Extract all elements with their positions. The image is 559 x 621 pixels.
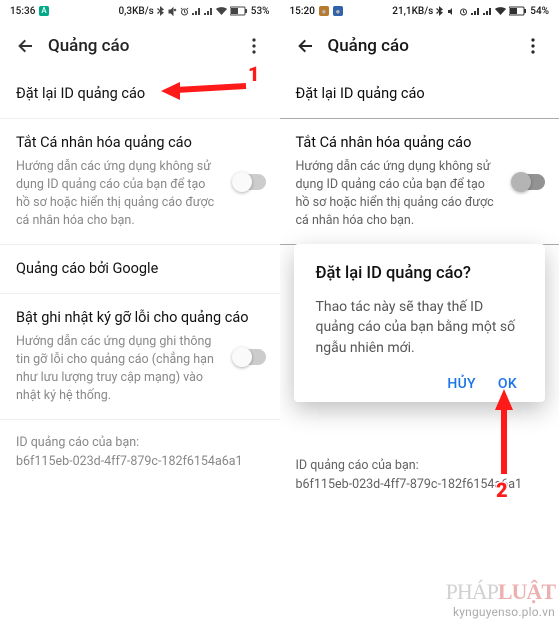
status-battery: 54% bbox=[530, 6, 549, 17]
dialog-ok-button[interactable]: OK bbox=[498, 376, 517, 392]
item-description: Hướng dẫn các ứng dụng ghi thông tin gỡ … bbox=[16, 333, 264, 406]
status-bar: 15:36 A 0,3KB/s bbox=[0, 0, 280, 22]
item-label: Tắt Cá nhân hóa quảng cáo bbox=[296, 133, 544, 153]
reset-ad-id-item[interactable]: Đặt lại ID quảng cáo bbox=[280, 70, 559, 119]
item-description: Hướng dẫn các ứng dụng không sử dụng ID … bbox=[16, 158, 264, 231]
toggle-switch[interactable] bbox=[234, 174, 266, 190]
status-bar: 15:20 ● ● 21,1KB/s bbox=[280, 0, 559, 22]
ad-id-block: ID quảng cáo của bạn: b6f115eb-023d-4ff7… bbox=[0, 420, 280, 486]
opt-out-personalization-item[interactable]: Tắt Cá nhân hóa quảng cáo Hướng dẫn các … bbox=[0, 119, 280, 245]
opt-out-personalization-item[interactable]: Tắt Cá nhân hóa quảng cáo Hướng dẫn các … bbox=[280, 119, 559, 245]
ads-by-google-item[interactable]: Quảng cáo bởi Google bbox=[0, 245, 280, 294]
signal-icon bbox=[471, 7, 480, 16]
battery-icon bbox=[230, 6, 248, 16]
item-description: Hướng dẫn các ứng dụng không sử dụng ID … bbox=[296, 158, 544, 231]
dialog-cancel-button[interactable]: HỦY bbox=[447, 376, 476, 392]
alarm-icon bbox=[180, 7, 189, 16]
status-time: 15:36 bbox=[10, 6, 35, 17]
alarm-icon bbox=[459, 7, 468, 16]
more-button[interactable] bbox=[236, 28, 272, 64]
item-label: Bật ghi nhật ký gỡ lỗi cho quảng cáo bbox=[16, 308, 264, 328]
bluetooth-icon bbox=[157, 6, 165, 16]
status-time: 15:20 bbox=[290, 6, 315, 17]
ad-id-label: ID quảng cáo của bạn: bbox=[16, 434, 264, 453]
ad-id-label: ID quảng cáo của bạn: bbox=[296, 457, 544, 476]
phone-right: 15:20 ● ● 21,1KB/s bbox=[280, 0, 559, 621]
back-button[interactable] bbox=[288, 28, 324, 64]
wifi-icon bbox=[495, 7, 506, 16]
ad-id-value: b6f115eb-023d-4ff7-879c-182f6154a6a1 bbox=[16, 453, 264, 472]
more-button[interactable] bbox=[515, 28, 551, 64]
annotation-number-2: 2 bbox=[496, 478, 508, 502]
item-label: Đặt lại ID quảng cáo bbox=[296, 84, 544, 104]
signal-icon bbox=[192, 7, 201, 16]
phone-left: 15:36 A 0,3KB/s bbox=[0, 0, 280, 621]
item-label: Tắt Cá nhân hóa quảng cáo bbox=[16, 133, 264, 153]
toggle-switch[interactable] bbox=[513, 174, 545, 190]
dialog-title: Đặt lại ID quảng cáo? bbox=[316, 264, 524, 283]
mute-icon bbox=[447, 7, 456, 16]
battery-icon bbox=[509, 6, 527, 16]
app-badge-icon: ● bbox=[333, 6, 343, 16]
item-label: Đặt lại ID quảng cáo bbox=[16, 84, 264, 104]
reset-ad-id-item[interactable]: Đặt lại ID quảng cáo bbox=[0, 70, 280, 119]
toggle-switch[interactable] bbox=[234, 349, 266, 365]
page-title: Quảng cáo bbox=[48, 36, 236, 56]
dialog-body: Thao tác này sẽ thay thế ID quảng cáo củ… bbox=[316, 297, 524, 358]
back-button[interactable] bbox=[8, 28, 44, 64]
app-badge-icon: ● bbox=[319, 6, 329, 16]
bluetooth-icon bbox=[436, 6, 444, 16]
status-battery: 53% bbox=[251, 6, 270, 17]
mute-icon bbox=[168, 7, 177, 16]
app-header: Quảng cáo bbox=[280, 22, 559, 70]
item-label: Quảng cáo bởi Google bbox=[16, 259, 264, 279]
status-net: 0,3KB/s bbox=[118, 6, 153, 17]
annotation-number-1: 1 bbox=[248, 62, 260, 86]
debug-logging-item[interactable]: Bật ghi nhật ký gỡ lỗi cho quảng cáo Hướ… bbox=[0, 294, 280, 420]
confirm-dialog: Đặt lại ID quảng cáo? Thao tác này sẽ th… bbox=[294, 244, 546, 402]
page-title: Quảng cáo bbox=[328, 36, 516, 56]
app-badge-icon: A bbox=[39, 6, 48, 16]
status-net: 21,1KB/s bbox=[392, 6, 433, 17]
app-header: Quảng cáo bbox=[0, 22, 280, 70]
signal-icon bbox=[204, 7, 213, 16]
ad-id-block: ID quảng cáo của bạn: b6f115eb-023d-4ff7… bbox=[280, 443, 559, 509]
wifi-icon bbox=[216, 7, 227, 16]
signal-icon bbox=[483, 7, 492, 16]
